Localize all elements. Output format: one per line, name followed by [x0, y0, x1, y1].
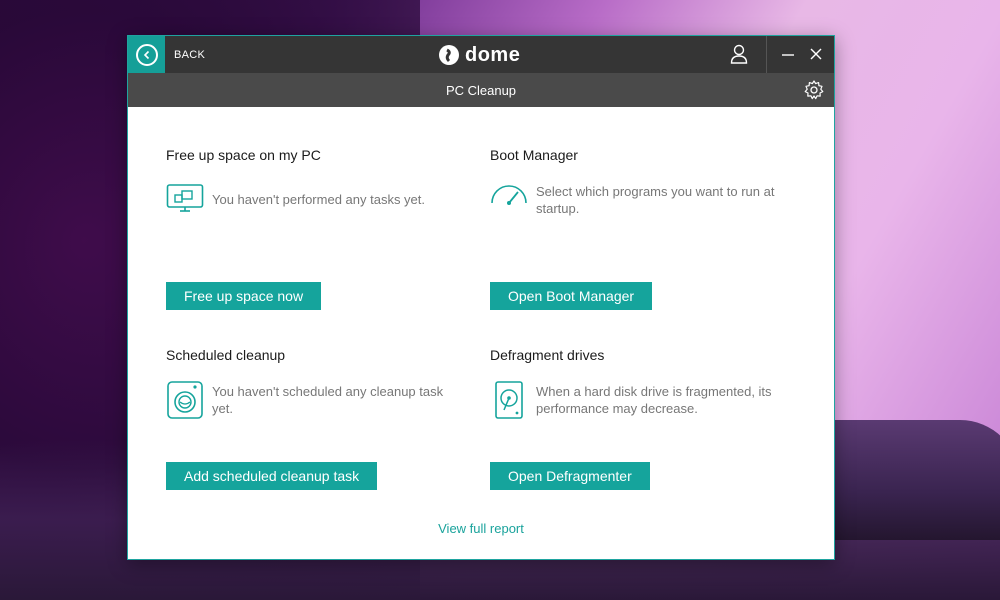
gear-icon — [804, 80, 824, 100]
monitor-icon — [166, 184, 204, 212]
boot-manager-description: Select which programs you want to run at… — [536, 183, 774, 219]
scheduled-cleanup-description-line1: You haven't scheduled any cleanup task — [212, 384, 444, 399]
defragment-description-line2: performance may decrease. — [536, 401, 698, 416]
defragment-card: Defragment drives When a hard disk drive… — [490, 347, 810, 419]
close-icon — [810, 48, 822, 60]
page-title: PC Cleanup — [445, 82, 517, 98]
boot-manager-title: Boot Manager — [490, 147, 578, 163]
add-scheduled-cleanup-button[interactable]: Add scheduled cleanup task — [166, 462, 378, 490]
panda-logo-icon — [439, 45, 459, 65]
boot-manager-description-line1: Select which programs you want to run at — [536, 184, 775, 199]
app-window: BACK dome PC Cleanup Free up space on my… — [127, 35, 835, 560]
minimize-icon — [782, 54, 794, 56]
defragment-title: Defragment drives — [490, 347, 605, 363]
sub-header: PC Cleanup — [128, 73, 834, 107]
dome-logo: dome — [438, 42, 520, 68]
user-icon — [730, 44, 748, 64]
open-defragmenter-button[interactable]: Open Defragmenter — [490, 462, 650, 490]
minimize-button[interactable] — [780, 45, 796, 63]
defragment-description-line1: When a hard disk drive is fragmented, it… — [536, 384, 772, 399]
view-full-report-link[interactable]: View full report — [128, 521, 834, 536]
open-boot-manager-button[interactable]: Open Boot Manager — [490, 282, 653, 310]
free-space-card: Free up space on my PC You haven't perfo… — [166, 147, 466, 219]
defragment-description: When a hard disk drive is fragmented, it… — [536, 383, 772, 419]
free-up-space-button[interactable]: Free up space now — [166, 282, 322, 310]
free-space-title: Free up space on my PC — [166, 147, 321, 163]
hard-drive-icon — [495, 381, 523, 419]
back-arrow-icon — [135, 43, 158, 66]
speedometer-icon — [491, 185, 527, 205]
back-label[interactable]: BACK — [174, 49, 205, 61]
titlebar-divider — [766, 36, 767, 73]
close-button[interactable] — [808, 45, 824, 63]
scheduled-cleanup-title: Scheduled cleanup — [166, 347, 286, 363]
scheduled-cleanup-description: You haven't scheduled any cleanup task y… — [212, 383, 443, 419]
boot-manager-card: Boot Manager Select which programs you w… — [490, 147, 810, 219]
settings-button[interactable] — [803, 79, 825, 101]
main-content: Free up space on my PC You haven't perfo… — [128, 107, 834, 559]
free-space-description: You haven't performed any tasks yet. — [212, 192, 426, 207]
scheduled-cleanup-card: Scheduled cleanup You haven't scheduled … — [166, 347, 466, 419]
washing-machine-icon — [167, 381, 203, 419]
user-account-button[interactable] — [728, 43, 750, 65]
title-bar: BACK dome — [128, 36, 834, 73]
back-button[interactable] — [128, 36, 165, 73]
logo-text: dome — [465, 43, 521, 66]
boot-manager-description-line2: startup. — [536, 201, 580, 216]
scheduled-cleanup-description-line2: yet. — [212, 401, 233, 416]
